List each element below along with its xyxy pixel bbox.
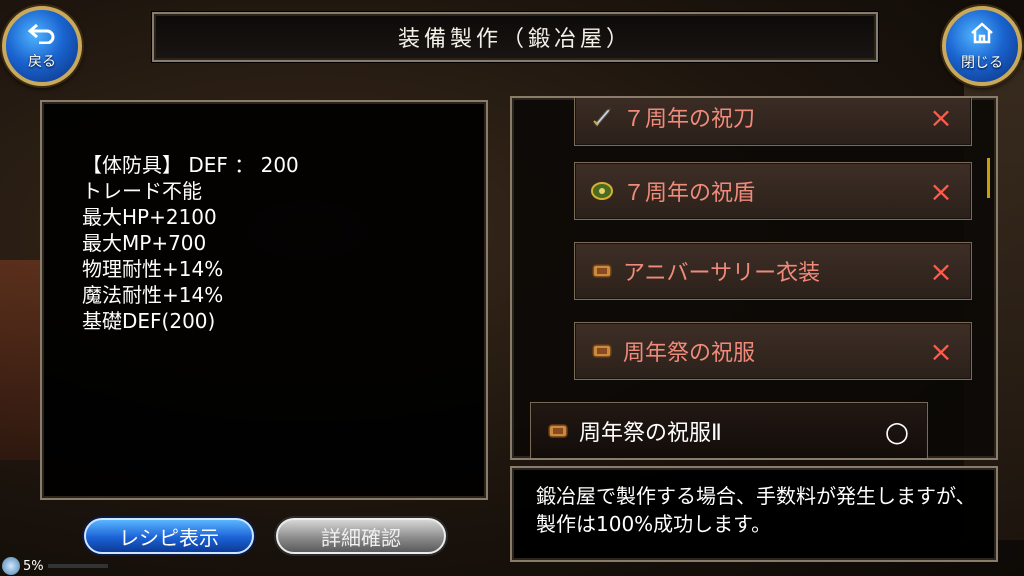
page-title: 装備製作（鍛冶屋） bbox=[397, 27, 632, 52]
back-button[interactable]: 戻る bbox=[2, 6, 82, 86]
recipe-item[interactable]: ７周年の祝刀 × bbox=[574, 98, 972, 146]
sword-icon bbox=[589, 106, 615, 128]
item-detail-panel: 【体防具】 DEF ： 200 トレード不能 最大HP+2100 最大MP+70… bbox=[40, 100, 488, 500]
status-progress-bar bbox=[47, 564, 108, 568]
stat-line: 魔法耐性+14% bbox=[82, 283, 224, 307]
info-text: 鍛冶屋で製作する場合、手数料が発生しますが、製作は100%成功します。 bbox=[536, 484, 976, 536]
recipe-display-button[interactable]: レシピ表示 bbox=[84, 518, 254, 554]
stat-line: 物理耐性+14% bbox=[82, 257, 224, 281]
armor-icon bbox=[545, 420, 571, 442]
cross-icon: × bbox=[929, 254, 953, 288]
recipe-item-name: ７周年の祝盾 bbox=[623, 181, 756, 206]
recipe-item-name: 周年祭の祝服Ⅱ bbox=[579, 421, 722, 446]
close-button-label: 閉じる bbox=[961, 54, 1003, 71]
stat-line: 【体防具】 DEF ： 200 bbox=[82, 153, 299, 177]
recipe-item-selected[interactable]: 周年祭の祝服Ⅱ ○ bbox=[530, 402, 928, 458]
detail-confirm-button[interactable]: 詳細確認 bbox=[276, 518, 446, 554]
stat-line: 最大MP+700 bbox=[82, 231, 207, 255]
close-button[interactable]: 閉じる bbox=[942, 6, 1022, 86]
item-stats: 【体防具】 DEF ： 200 トレード不能 最大HP+2100 最大MP+70… bbox=[82, 152, 299, 334]
recipe-item[interactable]: 周年祭の祝服 × bbox=[574, 322, 972, 380]
recipe-item[interactable]: アニバーサリー衣装 × bbox=[574, 242, 972, 300]
stat-line: トレード不能 bbox=[82, 179, 202, 203]
back-arrow-icon bbox=[27, 22, 57, 49]
title-bar: 装備製作（鍛冶屋） bbox=[152, 12, 878, 62]
armor-icon bbox=[589, 260, 615, 282]
cross-icon: × bbox=[929, 334, 953, 368]
recipe-item-name: アニバーサリー衣装 bbox=[623, 261, 821, 286]
back-button-label: 戻る bbox=[28, 53, 56, 70]
background-decoration-left bbox=[0, 260, 40, 460]
status-percent: 5% bbox=[23, 558, 44, 574]
armor-icon bbox=[589, 340, 615, 362]
stat-line: 基礎DEF(200) bbox=[82, 309, 216, 333]
cross-icon: × bbox=[929, 174, 953, 208]
status-indicator: 5% bbox=[0, 556, 108, 576]
stat-line: 最大HP+2100 bbox=[82, 205, 217, 229]
cross-icon: × bbox=[929, 100, 953, 134]
circle-icon: ○ bbox=[884, 414, 910, 448]
recipe-list-panel[interactable]: ７周年の祝刀 × ７周年の祝盾 × アニバーサリー衣装 × 周年祭の祝服 × 周… bbox=[510, 96, 998, 460]
recipe-item-name: ７周年の祝刀 bbox=[623, 107, 756, 132]
orb-icon bbox=[2, 557, 20, 575]
home-icon bbox=[969, 21, 995, 50]
info-panel: 鍛冶屋で製作する場合、手数料が発生しますが、製作は100%成功します。 bbox=[510, 466, 998, 562]
list-scrollbar[interactable] bbox=[987, 158, 990, 198]
recipe-item[interactable]: ７周年の祝盾 × bbox=[574, 162, 972, 220]
recipe-item-name: 周年祭の祝服 bbox=[623, 341, 756, 366]
shield-icon bbox=[589, 180, 615, 202]
